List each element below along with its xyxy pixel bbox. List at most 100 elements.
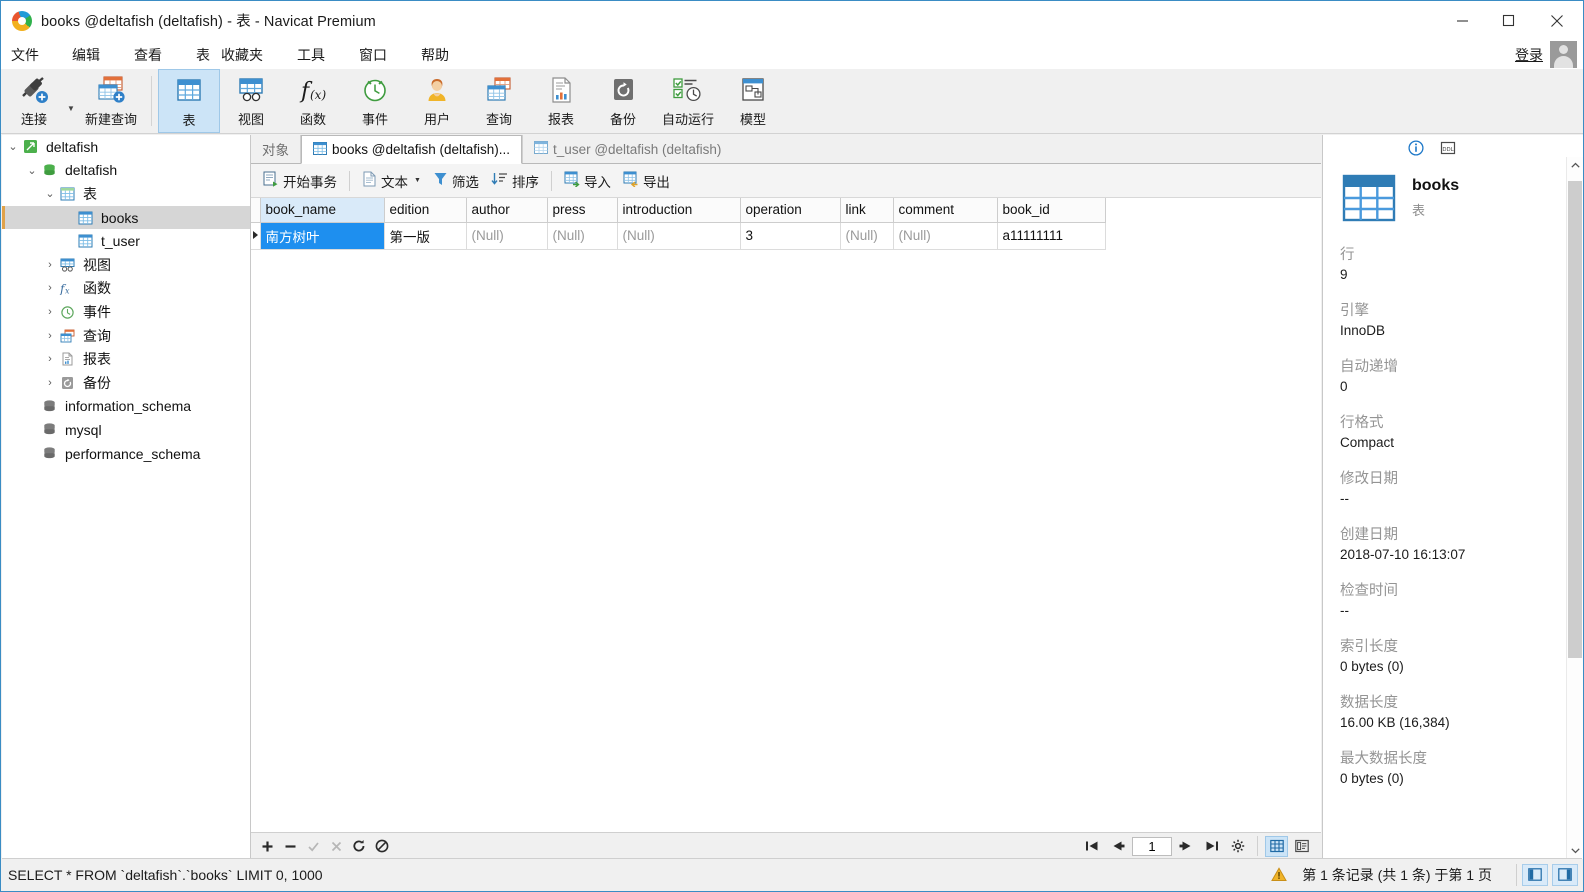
next-page-icon[interactable] [1174,836,1198,857]
object-tree-sidebar[interactable]: ⌄ deltafish ⌄ deltafish ⌄ 表 books t_user… [2,135,251,891]
toggle-right-panel-icon[interactable] [1552,863,1578,886]
cell-comment[interactable]: (Null) [893,222,998,250]
toolbar-report-button[interactable]: 报表 [530,69,592,133]
toolbar-model-button[interactable]: 模型 [722,69,784,133]
menu-file[interactable]: 文件 [11,42,39,68]
tree-node-table-books[interactable]: books [2,205,250,230]
cell-press[interactable]: (Null) [547,222,618,250]
cell-edition[interactable]: 第一版 [384,222,467,250]
refresh-icon[interactable] [349,836,369,856]
column-header-press[interactable]: press [547,198,618,223]
tree-node-database-information_schema[interactable]: information_schema [2,395,250,419]
connection-dropdown-caret-icon[interactable]: ▼ [65,69,77,133]
import-button[interactable]: 导入 [558,169,617,193]
tree-node-functions[interactable]: › fx 函数 [2,277,250,301]
toolbar-user-button[interactable]: 用户 [406,69,468,133]
delete-record-icon[interactable] [280,836,300,856]
menu-window[interactable]: 窗口 [359,42,387,68]
toolbar-query-button[interactable]: 查询 [468,69,530,133]
add-record-icon[interactable] [257,836,277,856]
toolbar-new-query-button[interactable]: 新建查询 [77,69,145,133]
cell-book_name[interactable]: 南方树叶 [260,222,385,250]
toolbar-automation-button[interactable]: 自动运行 [654,69,722,133]
chevron-right-icon[interactable]: › [42,282,58,294]
text-button[interactable]: 文本 ▼ [356,169,427,193]
menu-edit[interactable]: 编辑 [72,42,100,68]
ddl-icon[interactable]: DDL [1439,139,1457,157]
tab-t_user-table[interactable]: t_user @deltafish (deltafish) [522,135,733,163]
column-header-book_id[interactable]: book_id [997,198,1106,223]
export-button[interactable]: 导出 [617,169,676,193]
close-button[interactable] [1531,1,1583,40]
first-page-icon[interactable] [1080,836,1104,857]
column-header-introduction[interactable]: introduction [617,198,741,223]
toggle-left-panel-icon[interactable] [1522,863,1548,886]
cell-link[interactable]: (Null) [840,222,894,250]
tree-node-connection-deltafish[interactable]: ⌄ deltafish [2,135,250,159]
column-header-comment[interactable]: comment [893,198,998,223]
chevron-right-icon[interactable]: › [42,259,58,271]
chevron-down-icon[interactable]: ⌄ [42,187,58,200]
chevron-right-icon[interactable]: › [42,353,58,365]
info-icon[interactable] [1407,139,1425,157]
toolbar-connection-button[interactable]: 连接 [3,69,65,133]
toolbar-table-button[interactable]: 表 [158,69,221,133]
column-header-edition[interactable]: edition [384,198,467,223]
tree-node-events[interactable]: › 事件 [2,300,250,324]
cell-introduction[interactable]: (Null) [617,222,741,250]
chevron-right-icon[interactable]: › [42,377,58,389]
filter-button[interactable]: 筛选 [427,169,485,193]
menu-view[interactable]: 查看 [134,42,162,68]
menu-table[interactable]: 表 [196,42,210,68]
tree-node-backups[interactable]: › 备份 [2,371,250,395]
text-dropdown-caret-icon[interactable]: ▼ [414,177,421,184]
toolbar-function-button[interactable]: f (x) 函数 [282,69,344,133]
menu-tools[interactable]: 工具 [297,42,325,68]
tree-node-table-t_user[interactable]: t_user [2,229,250,253]
toolbar-backup-button[interactable]: 备份 [592,69,654,133]
login-link[interactable]: 登录 [1515,45,1543,65]
tree-node-queries[interactable]: › 查询 [2,324,250,348]
info-panel-scrollbar[interactable] [1566,157,1583,859]
grid-settings-icon[interactable] [1226,836,1250,857]
cell-book_id[interactable]: a11111111 [997,222,1106,250]
tree-node-tables-folder[interactable]: ⌄ 表 [2,182,250,206]
tree-node-reports[interactable]: › 报表 [2,347,250,371]
tab-objects[interactable]: 对象 [251,135,301,163]
begin-transaction-button[interactable]: 开始事务 [257,169,343,193]
page-number-input[interactable]: 1 [1132,836,1172,856]
tree-node-database-deltafish[interactable]: ⌄ deltafish [2,159,250,183]
menu-favorites[interactable]: 收藏夹 [221,42,263,68]
chevron-down-icon[interactable]: ⌄ [5,140,21,153]
avatar[interactable] [1550,41,1577,68]
column-header-link[interactable]: link [840,198,894,223]
toolbar-event-button[interactable]: 事件 [344,69,406,133]
stop-icon[interactable] [372,836,392,856]
sort-button[interactable]: 排序 [485,169,545,193]
tree-node-database-performance_schema[interactable]: performance_schema [2,442,250,466]
cell-author[interactable]: (Null) [466,222,548,250]
column-header-operation[interactable]: operation [740,198,841,223]
tree-node-views[interactable]: › 视图 [2,253,250,277]
form-view-toggle[interactable] [1290,836,1313,857]
scroll-down-icon[interactable] [1567,842,1583,859]
chevron-right-icon[interactable]: › [42,330,58,342]
chevron-down-icon[interactable]: ⌄ [24,164,40,177]
scrollbar-thumb[interactable] [1568,181,1582,658]
table-row[interactable]: 南方树叶 第一版 (Null) (Null) (Null) 3 (Null) (… [251,222,1106,250]
minimize-button[interactable] [1439,1,1485,40]
toolbar-view-button[interactable]: 视图 [220,69,282,133]
maximize-button[interactable] [1485,1,1531,40]
last-page-icon[interactable] [1200,836,1224,857]
previous-page-icon[interactable] [1106,836,1130,857]
chevron-right-icon[interactable]: › [42,306,58,318]
grid-view-toggle[interactable] [1265,835,1288,857]
menu-help[interactable]: 帮助 [421,42,449,68]
data-grid[interactable]: book_name edition author press introduct… [251,198,1321,832]
scroll-up-icon[interactable] [1567,157,1583,174]
tab-books-table[interactable]: books @deltafish (deltafish)... [301,135,523,164]
cell-operation[interactable]: 3 [740,222,841,250]
column-header-book_name[interactable]: book_name [260,198,385,223]
column-header-author[interactable]: author [466,198,548,223]
tree-node-database-mysql[interactable]: mysql [2,418,250,442]
